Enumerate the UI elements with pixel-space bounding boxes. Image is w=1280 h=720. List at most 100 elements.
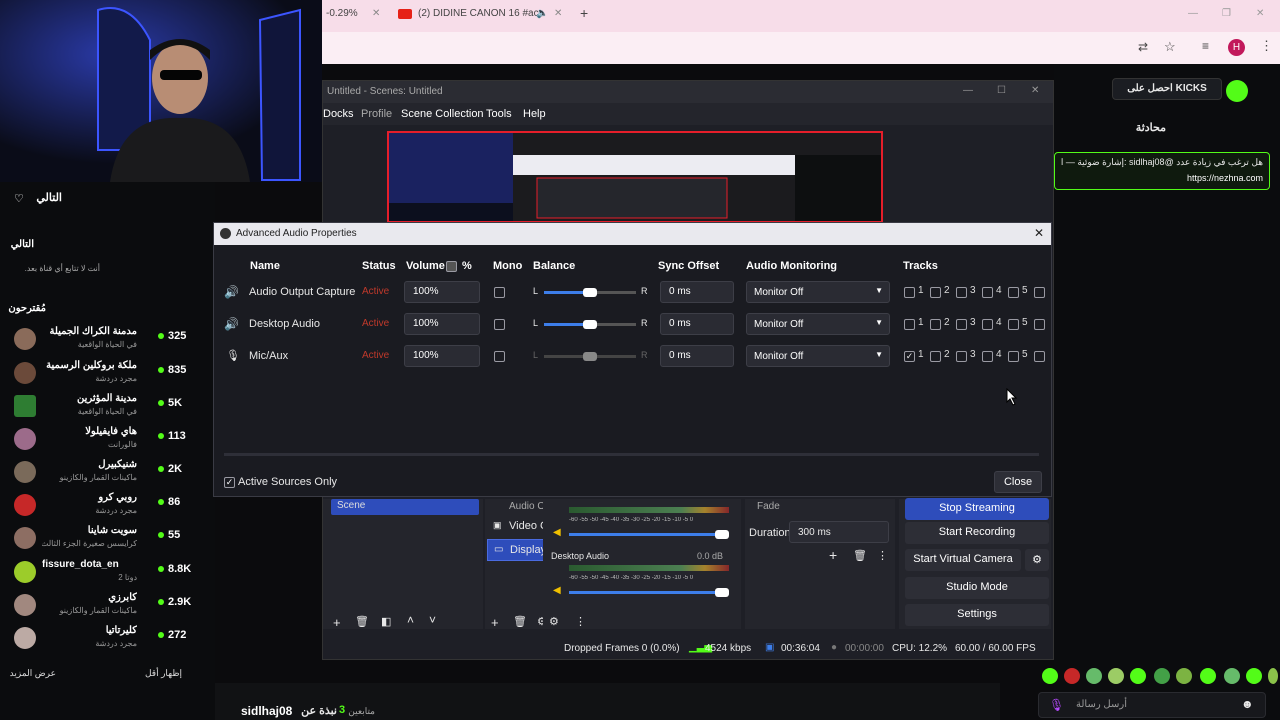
sync-offset-spinbox[interactable]: 0 ms	[660, 281, 734, 303]
channel-item[interactable]: هاي فايفيلولا فالورانت 113	[8, 424, 208, 456]
menu-tools[interactable]: Tools	[486, 108, 512, 120]
channel-item[interactable]: مدينة المؤثرين في الحياة الواقعية 5K	[8, 391, 208, 423]
emote-icon[interactable]	[1176, 668, 1192, 684]
channel-item[interactable]: سويت شاينا كرايسس صغيرة الجزء الثالث 55	[8, 523, 208, 555]
emote-icon[interactable]	[1108, 668, 1124, 684]
scene-item[interactable]: Scene	[331, 499, 479, 515]
balance-slider[interactable]	[544, 352, 636, 361]
track-checkbox-checked[interactable]: ✓	[904, 351, 915, 362]
add-icon[interactable]: +	[333, 615, 341, 630]
media-icon[interactable]: ≡	[1202, 39, 1209, 53]
menu-scene-collection[interactable]: Scene Collection	[401, 108, 484, 120]
balance-slider[interactable]	[544, 288, 636, 297]
minimize-icon[interactable]: —	[963, 85, 973, 96]
slider-knob[interactable]	[583, 288, 597, 297]
emoji-icon[interactable]: ☻	[1241, 697, 1254, 711]
tab-close-icon[interactable]: ✕	[554, 8, 562, 19]
monitoring-dropdown[interactable]: Monitor Off ▼	[746, 345, 890, 367]
profile-avatar[interactable]: H	[1228, 39, 1245, 56]
restore-icon[interactable]: ❐	[1222, 8, 1231, 19]
track-checkbox[interactable]	[982, 287, 993, 298]
start-virtual-camera-button[interactable]: Start Virtual Camera	[905, 549, 1021, 571]
slider-knob[interactable]	[583, 352, 597, 361]
speaker-icon[interactable]: ◀	[553, 585, 561, 596]
emote-icon[interactable]	[1224, 668, 1240, 684]
emote-icon[interactable]	[1200, 668, 1216, 684]
tab-close-icon[interactable]: ✕	[372, 8, 380, 19]
chat-input[interactable]: 🎙 أرسل رسالة ☻	[1038, 692, 1266, 718]
new-tab-icon[interactable]: +	[580, 5, 588, 21]
balance-slider[interactable]	[544, 320, 636, 329]
translate-icon[interactable]: ⇄	[1138, 40, 1148, 54]
menu-docks[interactable]: Docks	[323, 108, 354, 120]
settings-button[interactable]: Settings	[905, 604, 1049, 626]
sync-offset-spinbox[interactable]: 0 ms	[660, 313, 734, 335]
volume-slider[interactable]	[569, 530, 729, 539]
duration-input[interactable]: 300 ms	[789, 521, 889, 543]
studio-mode-button[interactable]: Studio Mode	[905, 577, 1049, 599]
gear-icon[interactable]: ⚙	[549, 615, 559, 628]
transition-type[interactable]: Fade	[757, 501, 780, 512]
close-window-icon[interactable]: ✕	[1256, 8, 1264, 19]
show-more-link[interactable]: عرض المزيد	[0, 668, 56, 679]
channel-item[interactable]: ملكة بروكلين الرسمية مجرد دردشة 835	[8, 358, 208, 390]
emote-icon[interactable]	[1130, 668, 1146, 684]
menu-kebab-icon[interactable]: ⋮	[575, 615, 586, 628]
channel-item[interactable]: روبي كرو مجرد دردشة 86	[8, 490, 208, 522]
track-checkbox[interactable]	[1034, 319, 1045, 330]
add-icon[interactable]: +	[491, 615, 499, 630]
channel-item[interactable]: شنيكبيرل ماكينات القمار والكازينو 2K	[8, 457, 208, 489]
volume-slider[interactable]	[569, 588, 729, 597]
percent-checkbox[interactable]	[446, 261, 457, 272]
track-checkbox[interactable]	[982, 319, 993, 330]
add-icon[interactable]: +	[829, 547, 837, 563]
obs-preview[interactable]	[387, 131, 883, 223]
emote-icon[interactable]	[1246, 668, 1262, 684]
horizontal-scrollbar[interactable]	[224, 453, 1039, 456]
monitoring-dropdown[interactable]: Monitor Off ▼	[746, 313, 890, 335]
close-window-icon[interactable]: ✕	[1031, 85, 1039, 96]
filter-icon[interactable]: ◧	[381, 615, 391, 628]
channel-item[interactable]: كليرتاتيا مجرد دردشة 272	[8, 623, 208, 655]
bookmark-star-icon[interactable]: ☆	[1164, 39, 1176, 55]
track-checkbox[interactable]	[904, 287, 915, 298]
stop-streaming-button[interactable]: Stop Streaming	[905, 498, 1049, 520]
close-icon[interactable]: ✕	[1034, 226, 1044, 240]
volume-spinbox[interactable]: 100%	[404, 313, 480, 335]
track-checkbox[interactable]	[1008, 319, 1019, 330]
track-checkbox[interactable]	[1034, 351, 1045, 362]
start-recording-button[interactable]: Start Recording	[905, 522, 1049, 544]
track-checkbox[interactable]	[982, 351, 993, 362]
track-checkbox[interactable]	[1008, 351, 1019, 362]
close-button[interactable]: Close	[994, 471, 1042, 493]
channel-item[interactable]: مدمنة الكراك الجميلة في الحياة الواقعية …	[8, 324, 208, 356]
track-checkbox[interactable]	[956, 351, 967, 362]
mono-checkbox[interactable]	[494, 287, 505, 298]
trash-icon[interactable]: 🗑	[513, 615, 527, 628]
gear-icon[interactable]: ⚙	[1025, 549, 1049, 571]
chevron-down-icon[interactable]: ˅	[429, 613, 436, 627]
track-checkbox[interactable]	[1008, 287, 1019, 298]
track-checkbox[interactable]	[930, 351, 941, 362]
trash-icon[interactable]: 🗑	[853, 549, 867, 562]
pinned-link[interactable]: https://nezhna.com	[1061, 170, 1263, 186]
emote-icon[interactable]	[1064, 668, 1080, 684]
volume-spinbox[interactable]: 100%	[404, 345, 480, 367]
channel-item[interactable]: fissure_dota_en دوتا 2 8.8K	[8, 557, 208, 589]
track-checkbox[interactable]	[956, 287, 967, 298]
track-checkbox[interactable]	[956, 319, 967, 330]
browser-tab-2[interactable]: (2) DIDINE CANON 16 #acc	[418, 8, 544, 19]
heart-icon[interactable]: ♡	[14, 192, 24, 205]
track-checkbox[interactable]	[904, 319, 915, 330]
streamer-name[interactable]: sidlhaj08	[241, 704, 292, 718]
mono-checkbox[interactable]	[494, 351, 505, 362]
kicks-banner[interactable]: احصل على KICKS	[1112, 78, 1222, 100]
volume-spinbox[interactable]: 100%	[404, 281, 480, 303]
emote-icon[interactable]	[1086, 668, 1102, 684]
microphone-icon[interactable]: 🎙	[1049, 698, 1064, 712]
show-less-link[interactable]: إظهار أقل	[140, 668, 182, 679]
menu-kebab-icon[interactable]: ⋮	[1260, 38, 1273, 54]
browser-tab-1[interactable]: -0.29%	[326, 8, 358, 19]
menu-help[interactable]: Help	[523, 108, 546, 120]
trash-icon[interactable]: 🗑	[355, 615, 369, 628]
